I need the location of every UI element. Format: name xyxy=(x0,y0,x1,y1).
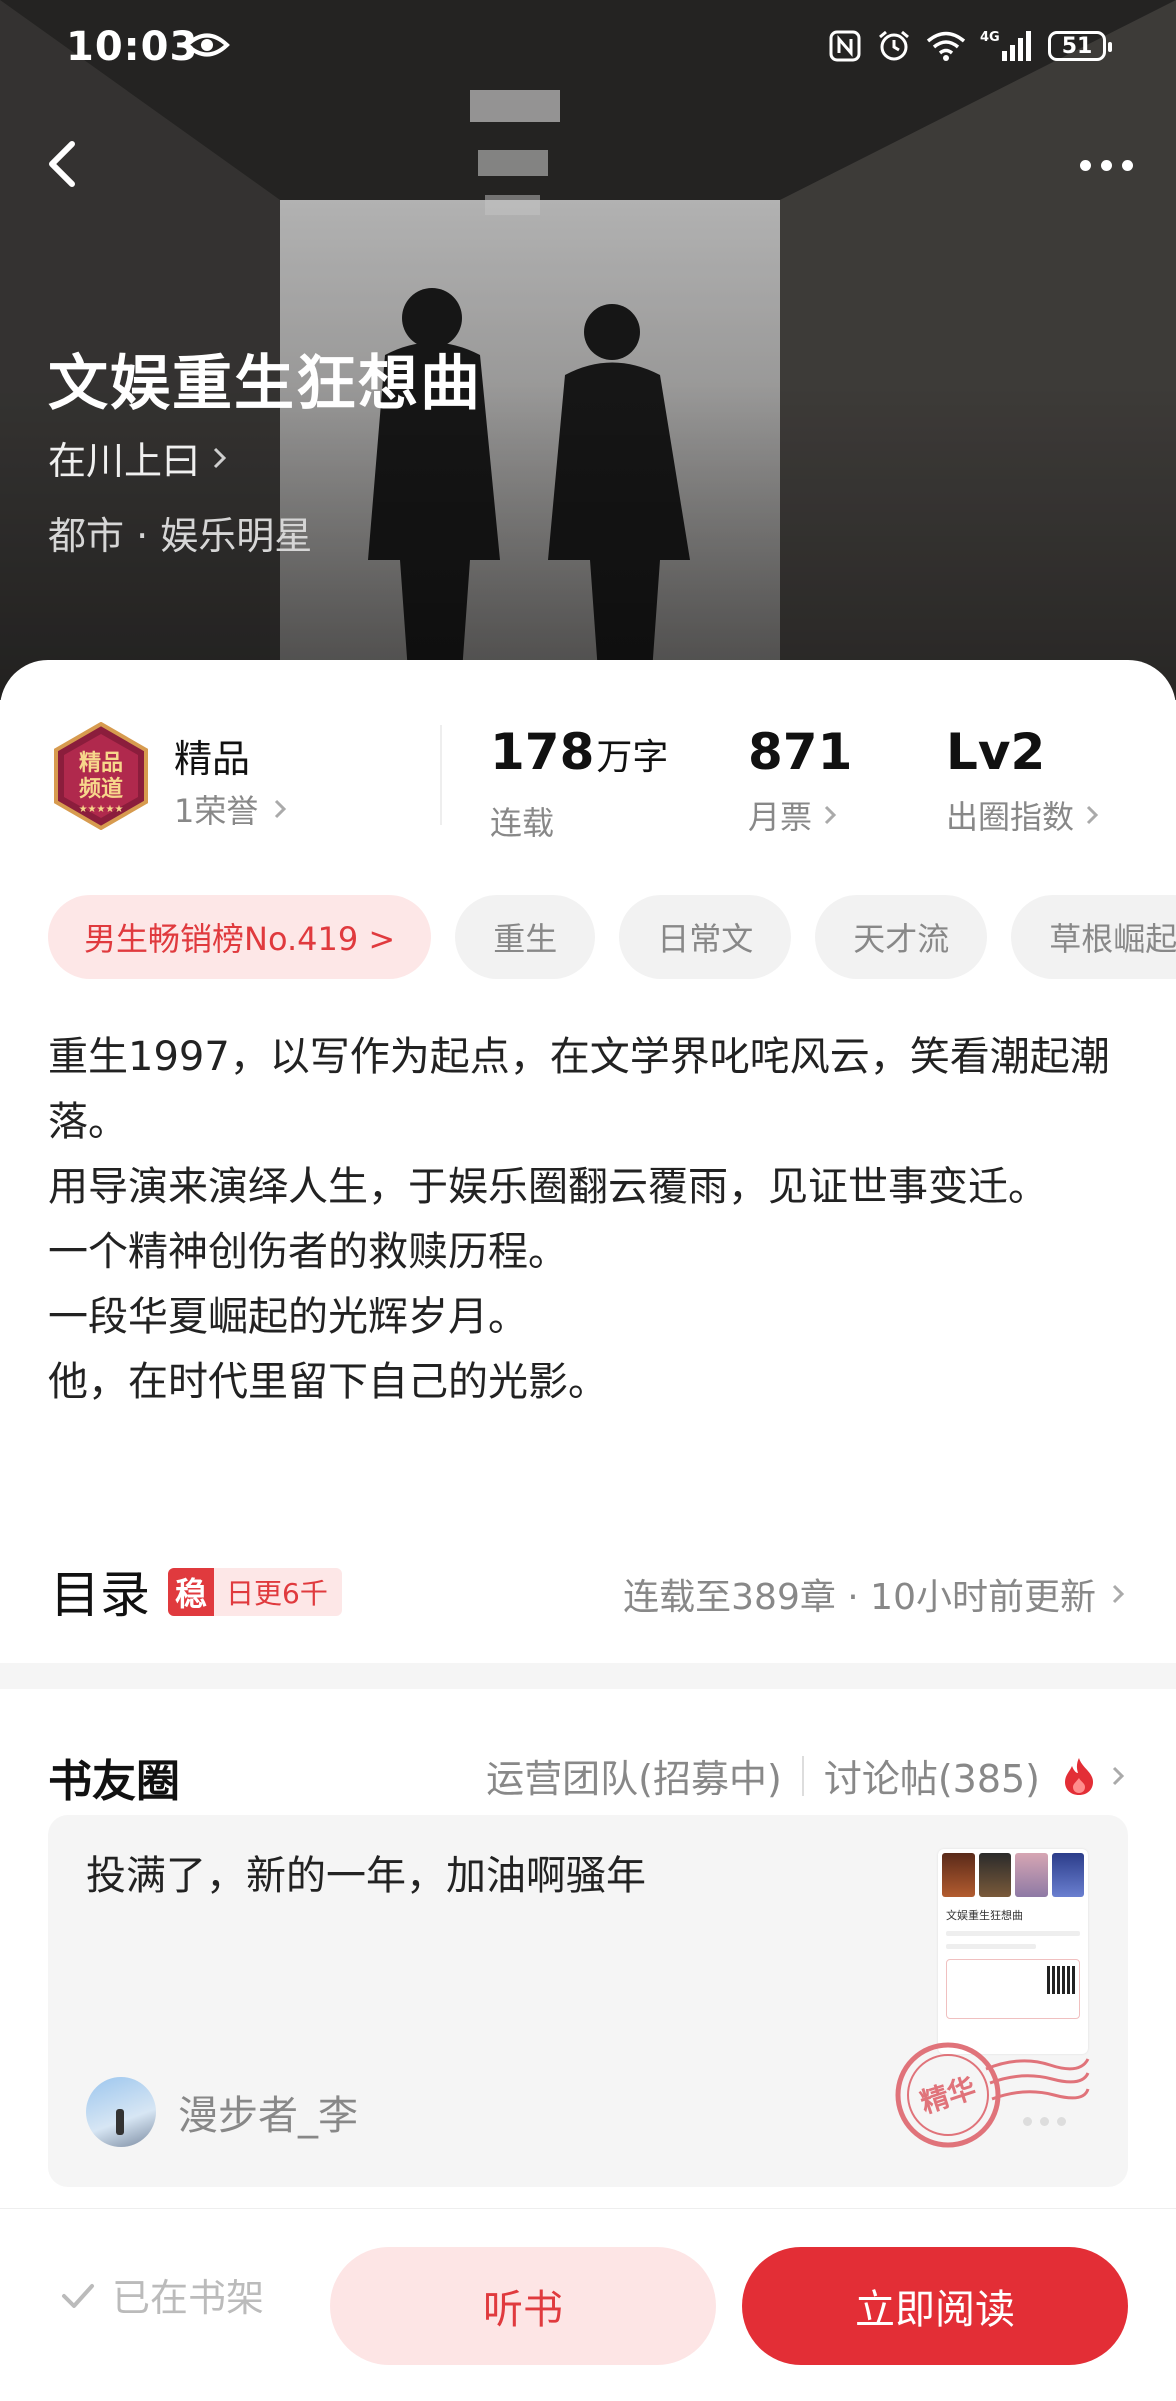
toc-status-text: 连载至389章 · 10小时前更新 xyxy=(623,1577,1096,1618)
thumbnail-line xyxy=(946,1944,1036,1949)
checkmark-icon xyxy=(62,2283,94,2308)
tag-rebirth[interactable]: 重生 xyxy=(455,895,596,979)
thumbnail-ticket xyxy=(946,1959,1080,2019)
alarm-icon xyxy=(879,30,909,61)
book-circle-section: 书友圈 运营团队(招募中) 讨论帖(385) 投满了，新的一年，加油啊骚年 文娱… xyxy=(0,1690,1176,2210)
qr-code-icon xyxy=(1047,1966,1075,1994)
eye-icon xyxy=(184,33,230,57)
thumbnail-title: 文娱重生狂想曲 xyxy=(946,1909,1023,1922)
back-arrow-icon[interactable] xyxy=(28,130,98,200)
status-bar: 10:03 4G 51 xyxy=(0,0,1176,100)
carousel-dot xyxy=(1040,2117,1049,2126)
book-circle-links: 运营团队(招募中) 讨论帖(385) xyxy=(486,1748,1126,1803)
bottom-action-bar: 已在书架 听书 立即阅读 xyxy=(0,2208,1176,2401)
stamp-label: 精华 xyxy=(916,2071,979,2120)
book-description[interactable]: 重生1997，以写作为起点，在文学界叱咤风云，笑看潮起潮落。 用导演来演绎人生，… xyxy=(48,1025,1128,1415)
popularity-index-value: Lv2 xyxy=(946,723,1046,781)
avatar xyxy=(86,2077,156,2147)
divider xyxy=(440,725,442,825)
more-dot-icon xyxy=(1079,159,1091,171)
battery-icon: 51 xyxy=(1048,31,1112,61)
chevron-right-icon xyxy=(275,799,287,819)
tag-grassroots[interactable]: 草根崛起 xyxy=(1011,895,1176,979)
book-title: 文娱重生狂想曲 xyxy=(48,349,482,419)
word-count-stat: 178万字 连载 xyxy=(490,720,668,844)
carousel-dots xyxy=(1023,2117,1066,2126)
thumbnail-line xyxy=(946,1931,1080,1936)
update-badge-text: 日更6千 xyxy=(226,1577,328,1610)
featured-post[interactable]: 投满了，新的一年，加油啊骚年 文娱重生狂想曲 精华 漫步者_李 xyxy=(48,1815,1128,2187)
divider xyxy=(801,1755,804,1796)
honor-count[interactable]: 1荣誉 xyxy=(174,786,288,832)
svg-text:频道: 频道 xyxy=(79,776,123,802)
more-dot-icon xyxy=(1100,159,1112,171)
post-text: 投满了，新的一年，加油啊骚年 xyxy=(86,1853,646,1899)
toc-status: 连载至389章 · 10小时前更新 xyxy=(623,1568,1126,1620)
honor-count-text: 1荣誉 xyxy=(174,792,259,830)
serial-status-label: 连载 xyxy=(490,804,555,842)
tag-list: 男生畅销榜No.419 > 重生 日常文 天才流 草根崛起 xyxy=(48,895,1176,981)
tag-daily-life[interactable]: 日常文 xyxy=(619,895,792,979)
honor-title[interactable]: 精品 xyxy=(174,728,250,783)
tag-genius[interactable]: 天才流 xyxy=(815,895,988,979)
carousel-dot xyxy=(1057,2117,1066,2126)
table-of-contents-row[interactable]: 目录 稳 日更6千 连载至389章 · 10小时前更新 xyxy=(0,1540,1176,1640)
ops-team-link[interactable]: 运营团队(招募中) xyxy=(486,1748,782,1803)
toc-title: 目录 xyxy=(50,1566,150,1624)
svg-text:精品: 精品 xyxy=(79,750,123,776)
read-now-button[interactable]: 立即阅读 xyxy=(742,2247,1128,2365)
carousel-dot xyxy=(1023,2117,1032,2126)
popularity-index-label: 出圈指数 xyxy=(946,798,1075,836)
essence-stamp-icon: 精华 xyxy=(895,2042,1090,2148)
book-genre: 都市 · 娱乐明星 xyxy=(48,514,313,558)
popularity-index-stat[interactable]: Lv2 出圈指数 xyxy=(946,720,1100,838)
author-link[interactable]: 在川上曰 xyxy=(48,430,230,485)
status-icons: 4G 51 xyxy=(828,28,1112,64)
steady-stamp-icon: 稳 xyxy=(168,1568,214,1616)
description-line: 一个精神创伤者的救赎历程。 xyxy=(48,1229,568,1275)
signal-icon: 4G xyxy=(980,30,1031,61)
description-line: 一段华夏崛起的光辉岁月。 xyxy=(48,1294,528,1340)
book-info-card: 精品 频道 ★★★★★ 精品 1荣誉 178万字 连载 871 月票 Lv2 出… xyxy=(0,660,1176,1660)
description-line: 重生1997，以写作为起点，在文学界叱咤风云，笑看潮起潮落。 xyxy=(48,1034,1110,1145)
chevron-right-icon xyxy=(213,447,227,468)
on-shelf-button[interactable]: 已在书架 xyxy=(58,2267,264,2322)
nfc-icon xyxy=(829,30,861,62)
more-dot-icon xyxy=(1121,159,1133,171)
more-options-button[interactable] xyxy=(1066,140,1146,190)
section-divider xyxy=(0,1663,1176,1689)
svg-text:4G: 4G xyxy=(980,30,1000,45)
wifi-icon xyxy=(926,31,966,61)
on-shelf-label: 已在书架 xyxy=(112,2276,265,2320)
post-author[interactable]: 漫步者_李 xyxy=(86,2077,358,2147)
chevron-right-icon xyxy=(824,805,837,825)
post-username: 漫步者_李 xyxy=(178,2093,358,2139)
monthly-ticket-label: 月票 xyxy=(748,798,813,836)
chevron-right-icon xyxy=(1086,805,1099,825)
description-line: 他，在时代里留下自己的光影。 xyxy=(48,1359,608,1405)
word-count-value: 178 xyxy=(490,723,595,781)
book-circle-title[interactable]: 书友圈 xyxy=(48,1745,180,1809)
status-time: 10:03 xyxy=(66,24,199,70)
fire-icon xyxy=(1065,1757,1093,1795)
thumbnail-covers xyxy=(938,1849,1088,1901)
listen-button[interactable]: 听书 xyxy=(330,2247,716,2365)
monthly-ticket-stat[interactable]: 871 月票 xyxy=(748,720,852,838)
description-line: 用导演来演绎人生，于娱乐圈翻云覆雨，见证世事变迁。 xyxy=(48,1164,1048,1210)
chevron-right-icon xyxy=(1112,1584,1125,1604)
discussions-link[interactable]: 讨论帖(385) xyxy=(824,1748,1040,1803)
chevron-right-icon[interactable] xyxy=(1110,1763,1126,1789)
update-badge: 稳 日更6千 xyxy=(168,1568,342,1616)
author-name: 在川上曰 xyxy=(48,439,201,483)
monthly-ticket-value: 871 xyxy=(748,723,853,781)
book-cover-hero: 10:03 4G 51 文娱重生狂想曲 在川上曰 都市 · 娱乐明星 xyxy=(0,0,1176,700)
svg-text:★★★★★: ★★★★★ xyxy=(79,804,124,815)
word-count-unit: 万字 xyxy=(596,737,669,778)
premium-channel-badge-icon[interactable]: 精品 频道 ★★★★★ xyxy=(52,722,150,830)
rank-tag[interactable]: 男生畅销榜No.419 > xyxy=(48,895,432,979)
post-image-thumbnail[interactable]: 文娱重生狂想曲 xyxy=(938,1849,1088,2054)
